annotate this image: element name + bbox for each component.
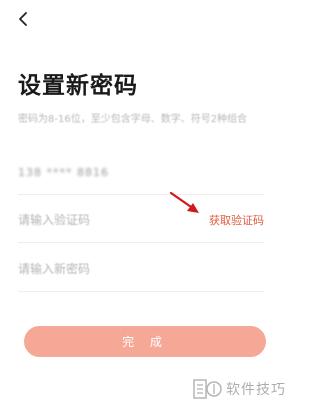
- password-rules-hint: 密码为8-16位，至少包含字母、数字、符号2种组合: [18, 114, 248, 125]
- page-title: 设置新密码: [18, 73, 138, 99]
- watermark: 软件技巧: [193, 378, 286, 400]
- watermark-logo-icon: [193, 379, 222, 399]
- phone-row: 138 **** 8816: [18, 150, 264, 195]
- chevron-left-icon: [19, 12, 27, 26]
- new-password-input[interactable]: [18, 262, 264, 276]
- new-password-row: [18, 247, 264, 292]
- phone-number: 138 **** 8816: [18, 165, 109, 179]
- watermark-text: 软件技巧: [226, 382, 286, 398]
- back-button[interactable]: [12, 8, 34, 30]
- annotation-arrow-icon: [169, 191, 199, 213]
- verification-code-row: 获取验证码: [18, 198, 264, 243]
- submit-button[interactable]: 完 成: [24, 326, 266, 357]
- get-code-button[interactable]: 获取验证码: [209, 212, 264, 228]
